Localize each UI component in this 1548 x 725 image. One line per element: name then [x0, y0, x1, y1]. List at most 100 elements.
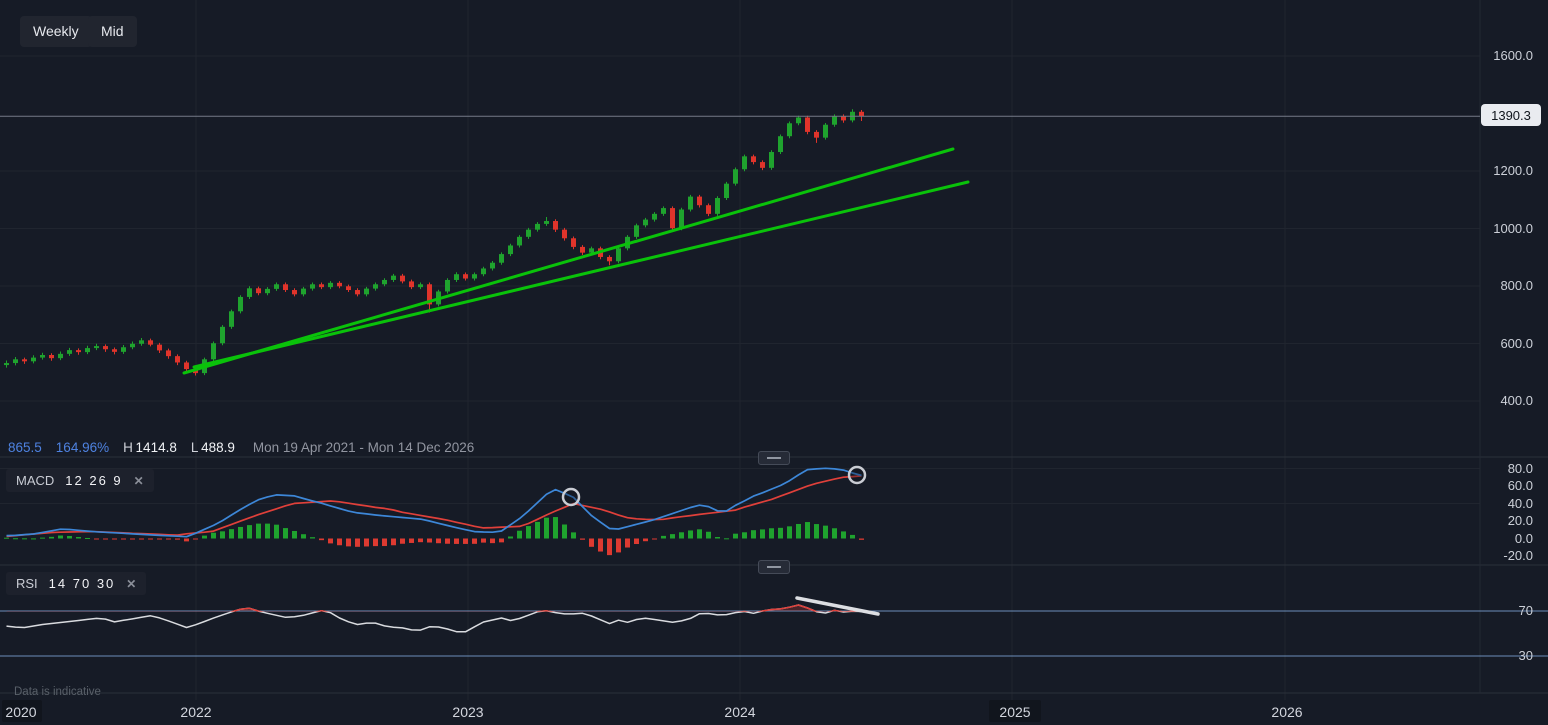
- chart-canvas[interactable]: [0, 0, 1548, 725]
- candle: [616, 248, 621, 261]
- macd-histogram-bar: [553, 517, 558, 538]
- macd-histogram-bar: [436, 539, 441, 544]
- macd-histogram-bar: [778, 528, 783, 539]
- price-axis-tick: 1600.0: [1493, 48, 1533, 64]
- candle: [346, 286, 351, 290]
- candle: [49, 355, 54, 358]
- candle: [670, 208, 675, 228]
- macd-histogram-bar: [616, 539, 621, 553]
- rsi-legend[interactable]: RSI 14 70 30 ✕: [6, 572, 146, 595]
- macd-histogram-bar: [643, 539, 648, 542]
- macd-histogram-bar: [490, 539, 495, 544]
- trendline-drawing[interactable]: [194, 182, 968, 367]
- macd-histogram-bar: [544, 518, 549, 539]
- rsi-pane-resize-handle[interactable]: [758, 560, 790, 574]
- candle: [31, 358, 36, 362]
- macd-indicator-name: MACD: [16, 473, 54, 488]
- candle: [661, 208, 666, 214]
- candle: [157, 345, 162, 351]
- macd-histogram-bar: [40, 538, 45, 539]
- macd-histogram-bar: [373, 539, 378, 547]
- price-axis-tick: 1000.0: [1493, 221, 1533, 237]
- macd-histogram-bar: [814, 524, 819, 538]
- candle: [382, 280, 387, 284]
- price-info-bar: 865.5 164.96% H 1414.8 L 488.9 Mon 19 Ap…: [8, 440, 474, 455]
- candle: [238, 297, 243, 311]
- candle: [778, 136, 783, 152]
- candle: [166, 350, 171, 356]
- candle: [40, 355, 45, 358]
- macd-histogram-bar: [679, 532, 684, 538]
- candle: [310, 284, 315, 288]
- candle: [823, 125, 828, 138]
- macd-histogram-bar: [328, 539, 333, 544]
- candle: [364, 289, 369, 295]
- candle: [652, 214, 657, 220]
- range-low: L 488.9: [191, 440, 235, 455]
- candle: [787, 123, 792, 136]
- candle: [481, 268, 486, 274]
- macd-histogram-bar: [202, 536, 207, 539]
- macd-histogram-bar: [139, 539, 144, 540]
- candle: [472, 274, 477, 278]
- macd-histogram-bar: [103, 539, 108, 540]
- candle: [742, 156, 747, 169]
- candle: [553, 221, 558, 230]
- candle: [544, 221, 549, 224]
- candle: [733, 169, 738, 183]
- macd-histogram-bar: [598, 539, 603, 552]
- macd-histogram-bar: [517, 531, 522, 539]
- price-axis-tick: 400.0: [1500, 393, 1533, 409]
- macd-histogram-bar: [832, 528, 837, 538]
- rsi-close-icon[interactable]: ✕: [126, 577, 136, 591]
- macd-histogram-bar: [4, 538, 9, 539]
- candle: [274, 284, 279, 289]
- time-axis-year-label: 2024: [724, 704, 755, 720]
- candle: [859, 112, 864, 117]
- timeframe-button[interactable]: Weekly: [20, 16, 92, 47]
- macd-histogram-bar: [184, 539, 189, 542]
- macd-axis-tick: 40.0: [1508, 496, 1533, 512]
- time-axis-year-label: 2020: [5, 704, 36, 720]
- macd-legend[interactable]: MACD 12 26 9 ✕: [6, 469, 154, 492]
- candle: [589, 248, 594, 252]
- candle: [175, 356, 180, 362]
- macd-axis-tick: 0.0: [1515, 531, 1533, 547]
- candle: [814, 132, 819, 138]
- macd-histogram-bar: [715, 537, 720, 538]
- candle: [751, 156, 756, 162]
- rsi-line: [7, 605, 862, 632]
- candle: [490, 263, 495, 269]
- candle: [463, 274, 468, 278]
- macd-point-marker[interactable]: [563, 489, 579, 505]
- macd-histogram-bar: [535, 522, 540, 539]
- candle: [229, 311, 234, 327]
- macd-histogram-bar: [400, 539, 405, 544]
- size-button[interactable]: Mid: [88, 16, 137, 47]
- candle: [391, 276, 396, 280]
- macd-histogram-bar: [454, 539, 459, 544]
- macd-pane-resize-handle[interactable]: [758, 451, 790, 465]
- macd-histogram-bar: [508, 536, 513, 538]
- time-axis-year-label: 2023: [452, 704, 483, 720]
- candle: [256, 288, 261, 293]
- price-axis-tick: 1200.0: [1493, 163, 1533, 179]
- macd-histogram-bar: [634, 539, 639, 545]
- macd-params: 12 26 9: [65, 473, 122, 488]
- macd-axis-tick: 20.0: [1508, 513, 1533, 529]
- trendline-drawing[interactable]: [184, 149, 953, 373]
- macd-histogram-bar: [625, 539, 630, 548]
- macd-histogram-bar: [733, 534, 738, 539]
- macd-histogram-bar: [472, 539, 477, 544]
- macd-histogram-bar: [526, 526, 531, 538]
- macd-histogram-bar: [256, 524, 261, 539]
- rsi-axis-tick: 30: [1519, 648, 1533, 664]
- candle: [265, 289, 270, 293]
- macd-histogram-bar: [346, 539, 351, 547]
- rsi-axis-tick: 70: [1519, 603, 1533, 619]
- macd-close-icon[interactable]: ✕: [134, 474, 144, 488]
- candle: [499, 254, 504, 263]
- candle: [319, 284, 324, 287]
- macd-histogram-bar: [319, 539, 324, 541]
- macd-point-marker[interactable]: [849, 467, 865, 483]
